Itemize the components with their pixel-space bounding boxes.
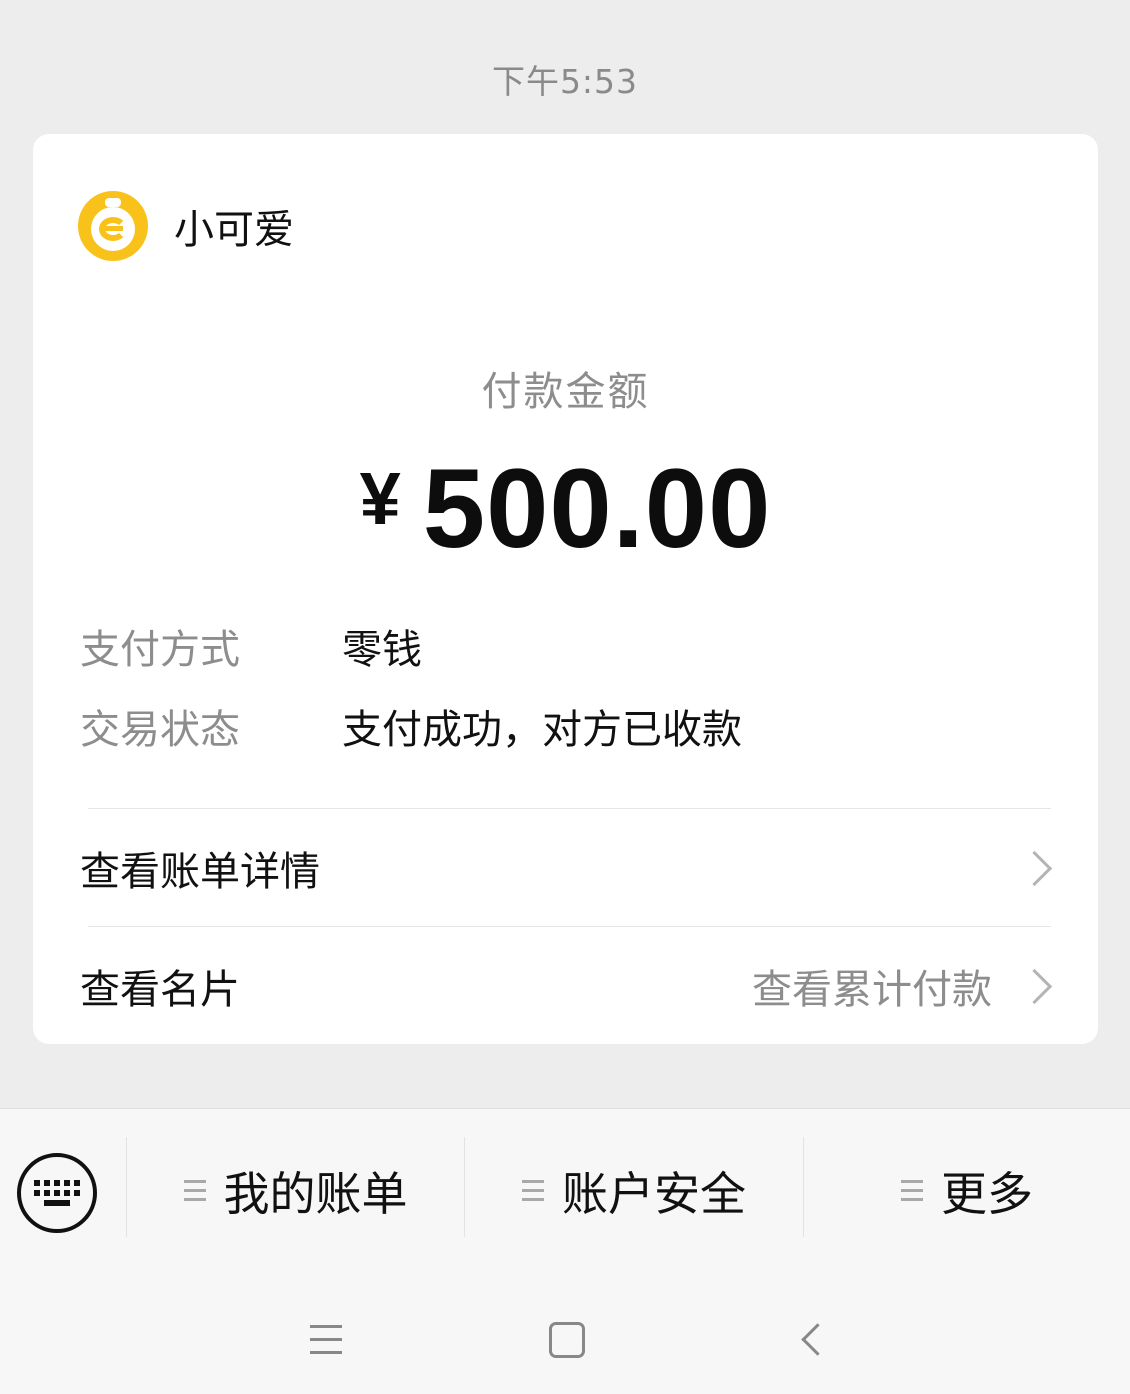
menu-lines-icon — [522, 1180, 544, 1201]
money-bag-icon — [78, 191, 148, 261]
transaction-status-value: 支付成功，对方已收款 — [342, 707, 742, 753]
menu-more[interactable]: 更多 — [804, 1109, 1130, 1272]
menu-item-label: 我的账单 — [223, 1166, 408, 1221]
back-icon[interactable] — [801, 1323, 834, 1356]
system-navigation-bar — [0, 1272, 1130, 1394]
payee-header[interactable]: 小可爱 — [78, 191, 294, 261]
menu-lines-icon — [183, 1180, 206, 1201]
menu-item-label: 更多 — [941, 1166, 1033, 1221]
menu-my-bills[interactable]: 我的账单 — [127, 1109, 464, 1272]
currency-symbol: ¥ — [359, 457, 401, 540]
divider — [88, 808, 1051, 809]
keyboard-icon — [34, 1180, 80, 1206]
service-menu-bar: 我的账单 账户安全 更多 — [0, 1108, 1130, 1273]
amount-label: 付款金额 — [481, 369, 650, 415]
amount-value: 500.00 — [422, 446, 772, 571]
menu-account-security[interactable]: 账户安全 — [465, 1109, 803, 1272]
timestamp: 下午5:53 — [491, 62, 639, 101]
cumulative-payment-link[interactable]: 查看累计付款 — [752, 957, 1055, 1015]
menu-lines-icon — [901, 1180, 923, 1201]
menu-item-label: 账户安全 — [562, 1166, 746, 1221]
payment-card: 小可爱 付款金额 ¥500.00 支付方式 零钱 交易状态 支付成功，对方已收款… — [33, 134, 1098, 1044]
payee-name: 小可爱 — [174, 207, 294, 253]
payment-method-row: 支付方式 零钱 — [80, 617, 422, 675]
cumulative-payment-label: 查看累计付款 — [752, 967, 992, 1013]
transaction-status-row: 交易状态 支付成功，对方已收款 — [80, 697, 742, 755]
keyboard-toggle-button[interactable] — [17, 1153, 97, 1233]
payment-method-value: 零钱 — [342, 627, 422, 673]
chevron-right-icon — [1016, 850, 1053, 886]
amount-display: ¥500.00 — [33, 444, 1098, 573]
bill-detail-label: 查看账单详情 — [80, 849, 320, 895]
chevron-right-icon — [1016, 968, 1053, 1004]
divider — [88, 926, 1051, 927]
profile-card-link[interactable]: 查看名片 — [80, 957, 240, 1015]
recent-apps-icon[interactable] — [310, 1325, 342, 1354]
profile-card-row: 查看名片 查看累计付款 — [80, 956, 1055, 1016]
bill-detail-link[interactable]: 查看账单详情 — [80, 838, 1055, 898]
transaction-status-label: 交易状态 — [80, 707, 240, 753]
home-icon[interactable] — [549, 1322, 585, 1358]
payment-method-label: 支付方式 — [80, 627, 240, 673]
